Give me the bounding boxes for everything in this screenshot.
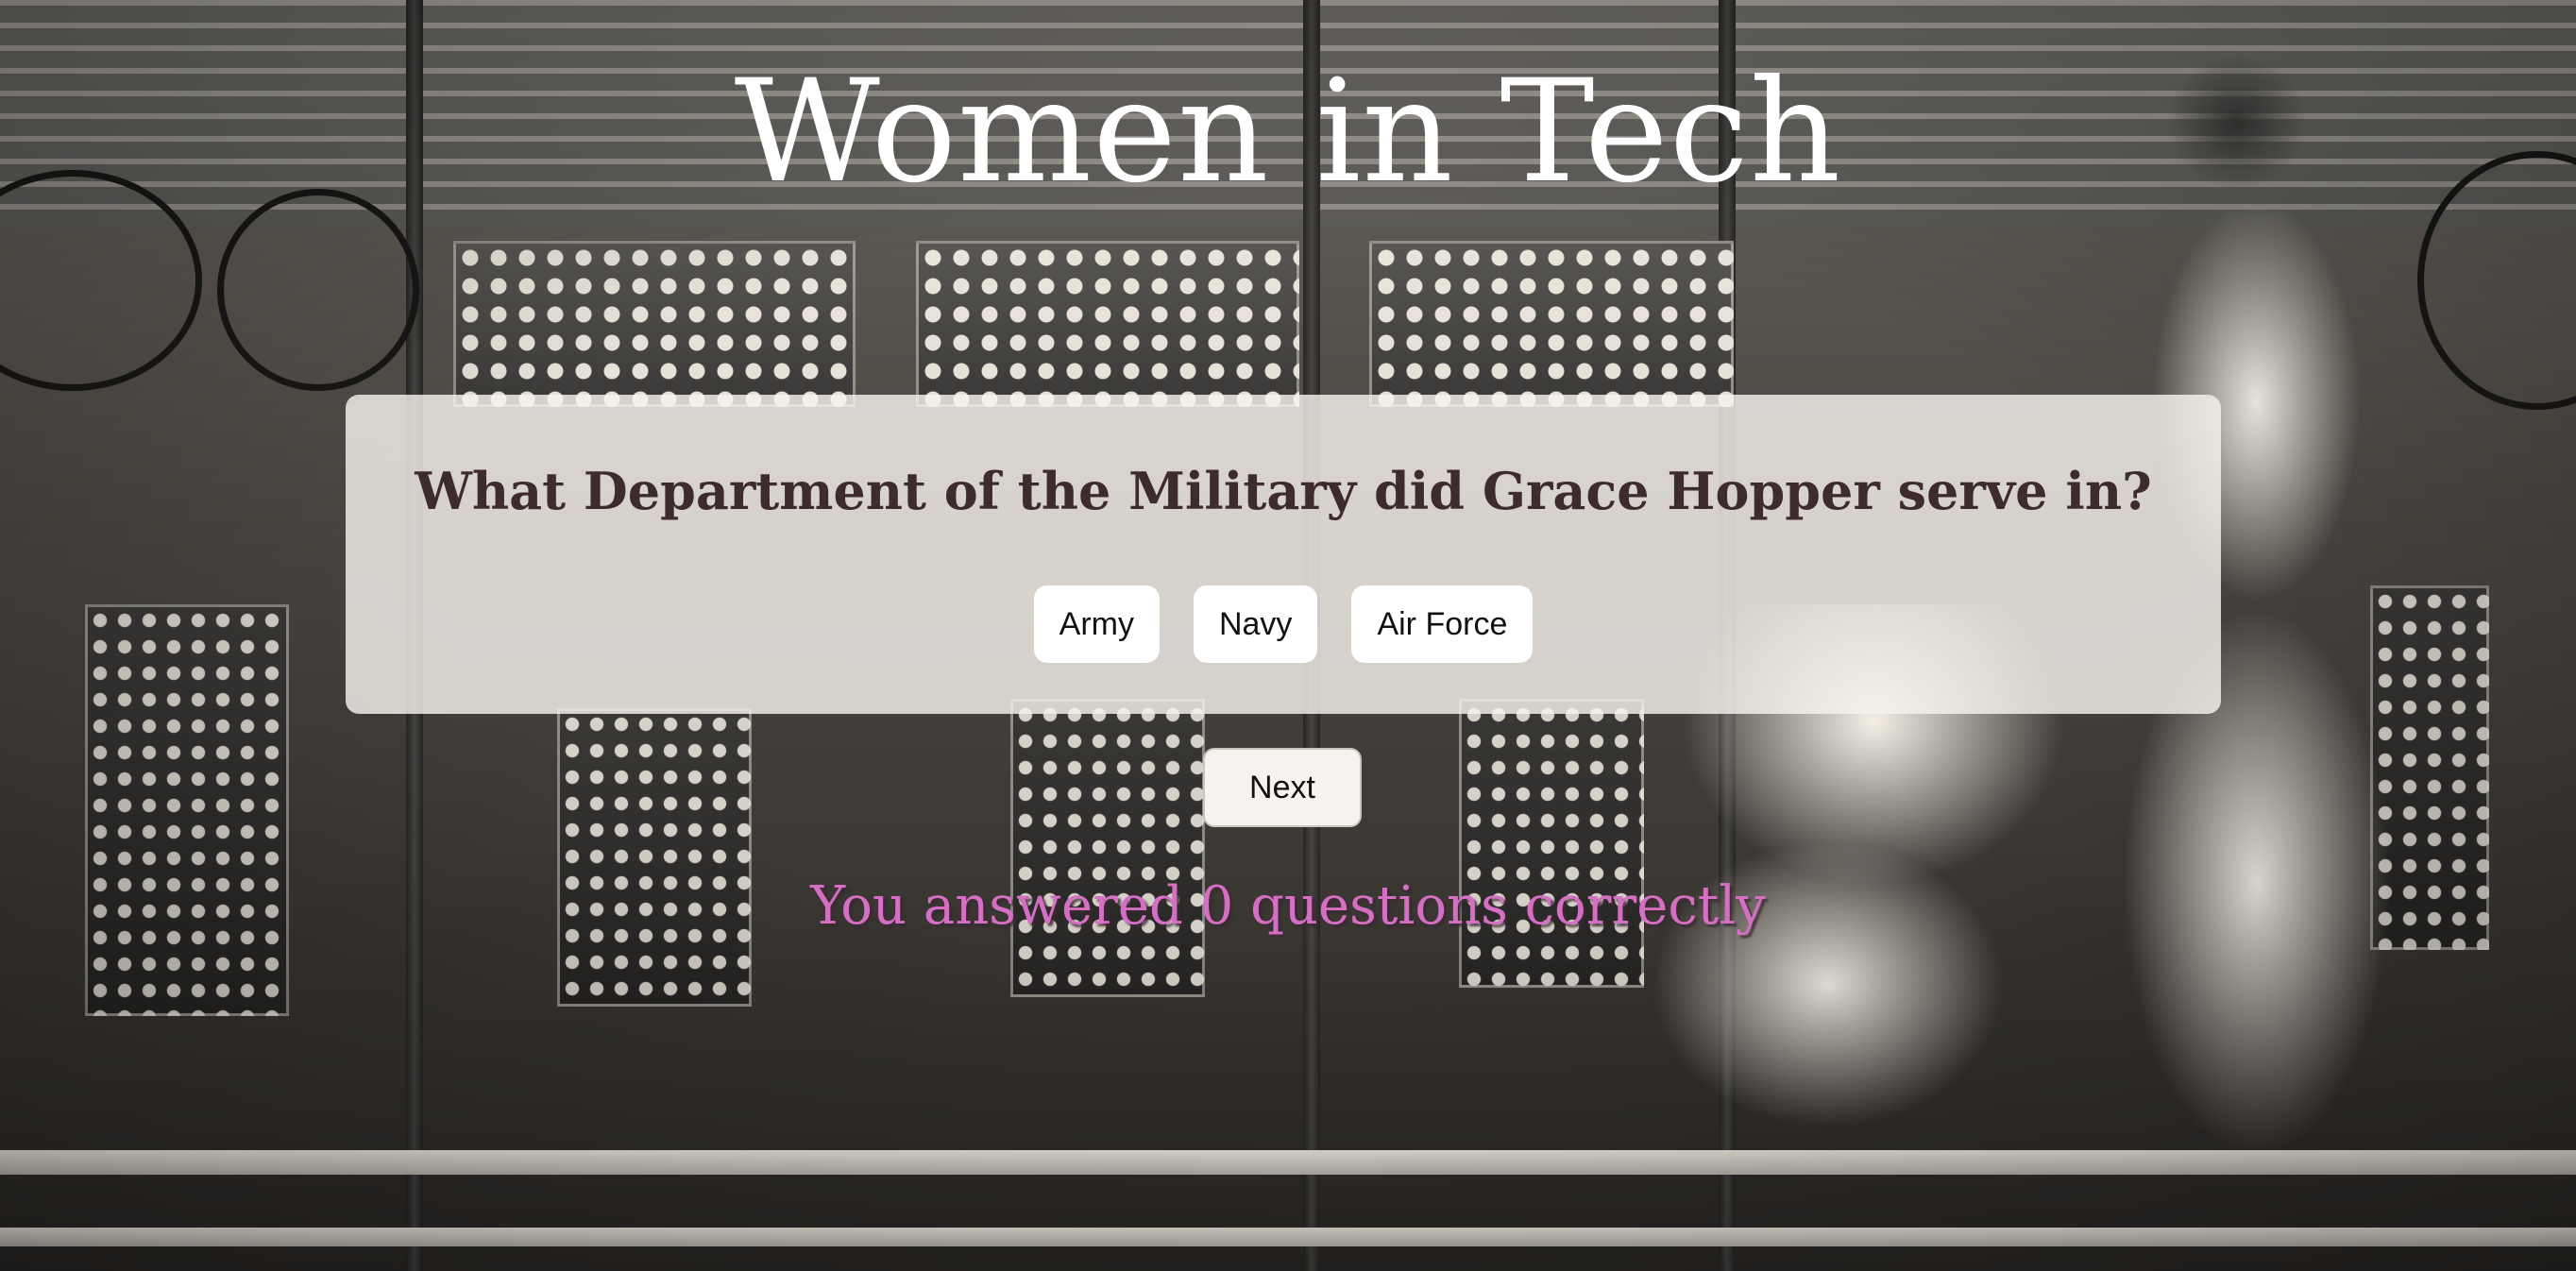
next-button[interactable]: Next bbox=[1203, 748, 1362, 827]
score-text: You answered 0 questions correctly bbox=[810, 875, 1766, 937]
answer-button-army[interactable]: Army bbox=[1033, 585, 1160, 663]
answer-options: Army Navy Air Force bbox=[346, 585, 2221, 663]
question-text: What Department of the Military did Grac… bbox=[415, 461, 2152, 521]
page-title: Women in Tech bbox=[734, 50, 1842, 214]
answer-button-navy[interactable]: Navy bbox=[1193, 585, 1318, 663]
quiz-card: What Department of the Military did Grac… bbox=[346, 395, 2221, 714]
answer-button-air-force[interactable]: Air Force bbox=[1351, 585, 1534, 663]
